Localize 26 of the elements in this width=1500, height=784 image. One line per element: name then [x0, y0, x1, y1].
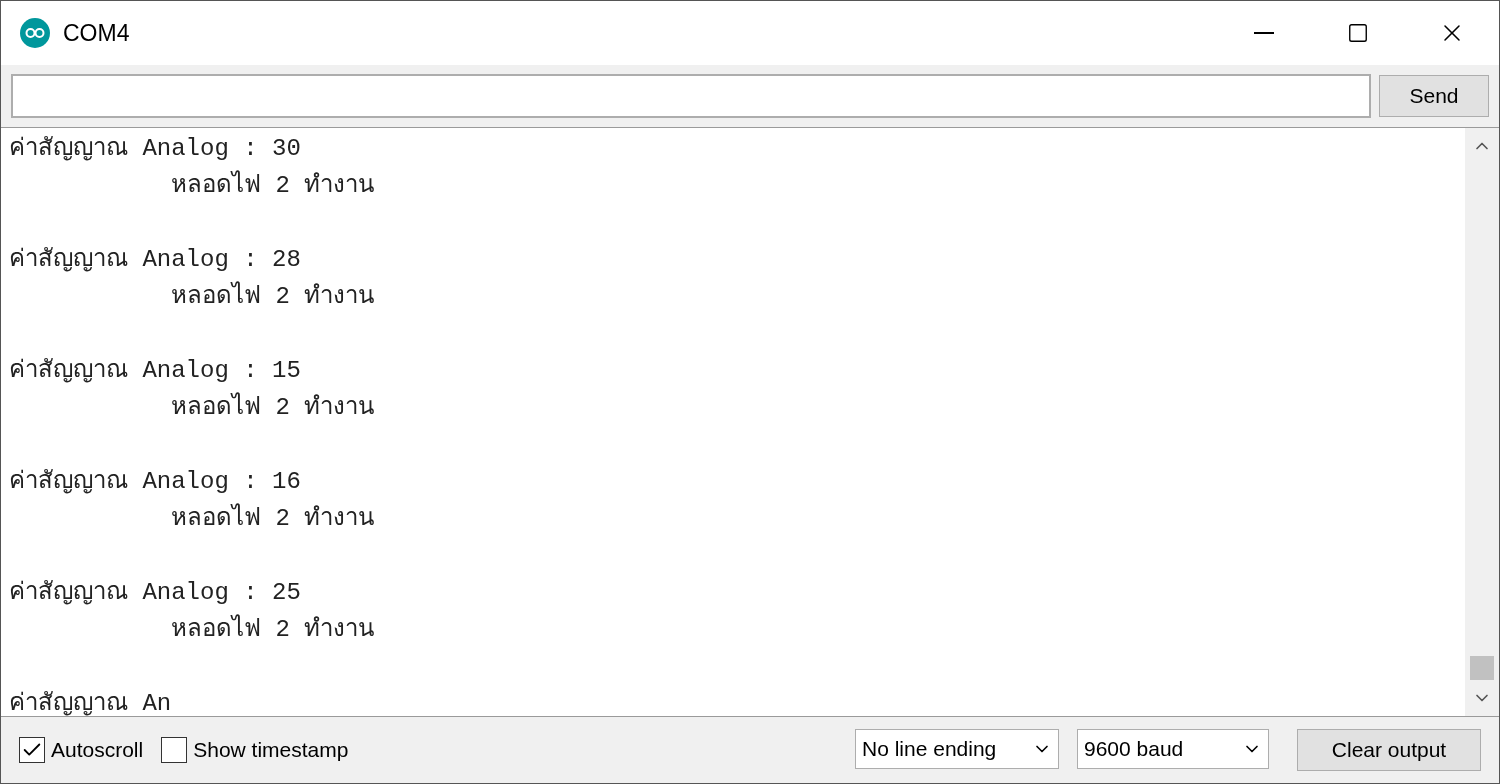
scrollbar-thumb[interactable] [1470, 656, 1494, 680]
send-button[interactable]: Send [1379, 75, 1489, 117]
serial-output-line: ค่าสัญญาณ Analog : 15 [9, 356, 301, 386]
maximize-icon [1347, 22, 1369, 44]
serial-output-line: ค่าสัญญาณ An [9, 689, 172, 716]
app-logo-icon [19, 17, 51, 49]
clear-output-button[interactable]: Clear output [1297, 729, 1481, 771]
line-ending-dropdown[interactable]: No line ending [855, 729, 1059, 769]
serial-output-line: หลอดไฟ 2 ทำงาน [171, 280, 375, 312]
checkbox[interactable] [19, 737, 45, 763]
checkbox-label: Autoscroll [51, 737, 144, 764]
serial-output-line: หลอดไฟ 2 ทำงาน [171, 391, 375, 423]
checkbox-label: Show timestamp [193, 737, 349, 764]
baud-rate-dropdown[interactable]: 9600 baud [1077, 729, 1269, 769]
minimize-icon [1254, 32, 1274, 34]
checkbox[interactable] [161, 737, 188, 763]
input-field[interactable] [11, 74, 1371, 118]
serial-output-line: หลอดไฟ 2 ทำงาน [171, 502, 375, 534]
serial-output-line: ค่าสัญญาณ Analog : 28 [9, 245, 301, 275]
window-title: COM4 [63, 18, 130, 48]
serial-output-line: ค่าสัญญาณ Analog : 30 [9, 134, 301, 164]
serial-output-line: ค่าสัญญาณ Analog : 16 [9, 467, 301, 497]
serial-output-line: หลอดไฟ 2 ทำงาน [171, 169, 375, 201]
scrollbar[interactable] [1465, 128, 1499, 716]
serial-output-line: ค่าสัญญาณ Analog : 25 [9, 578, 301, 608]
serial-output-line: หลอดไฟ 2 ทำงาน [171, 613, 375, 645]
